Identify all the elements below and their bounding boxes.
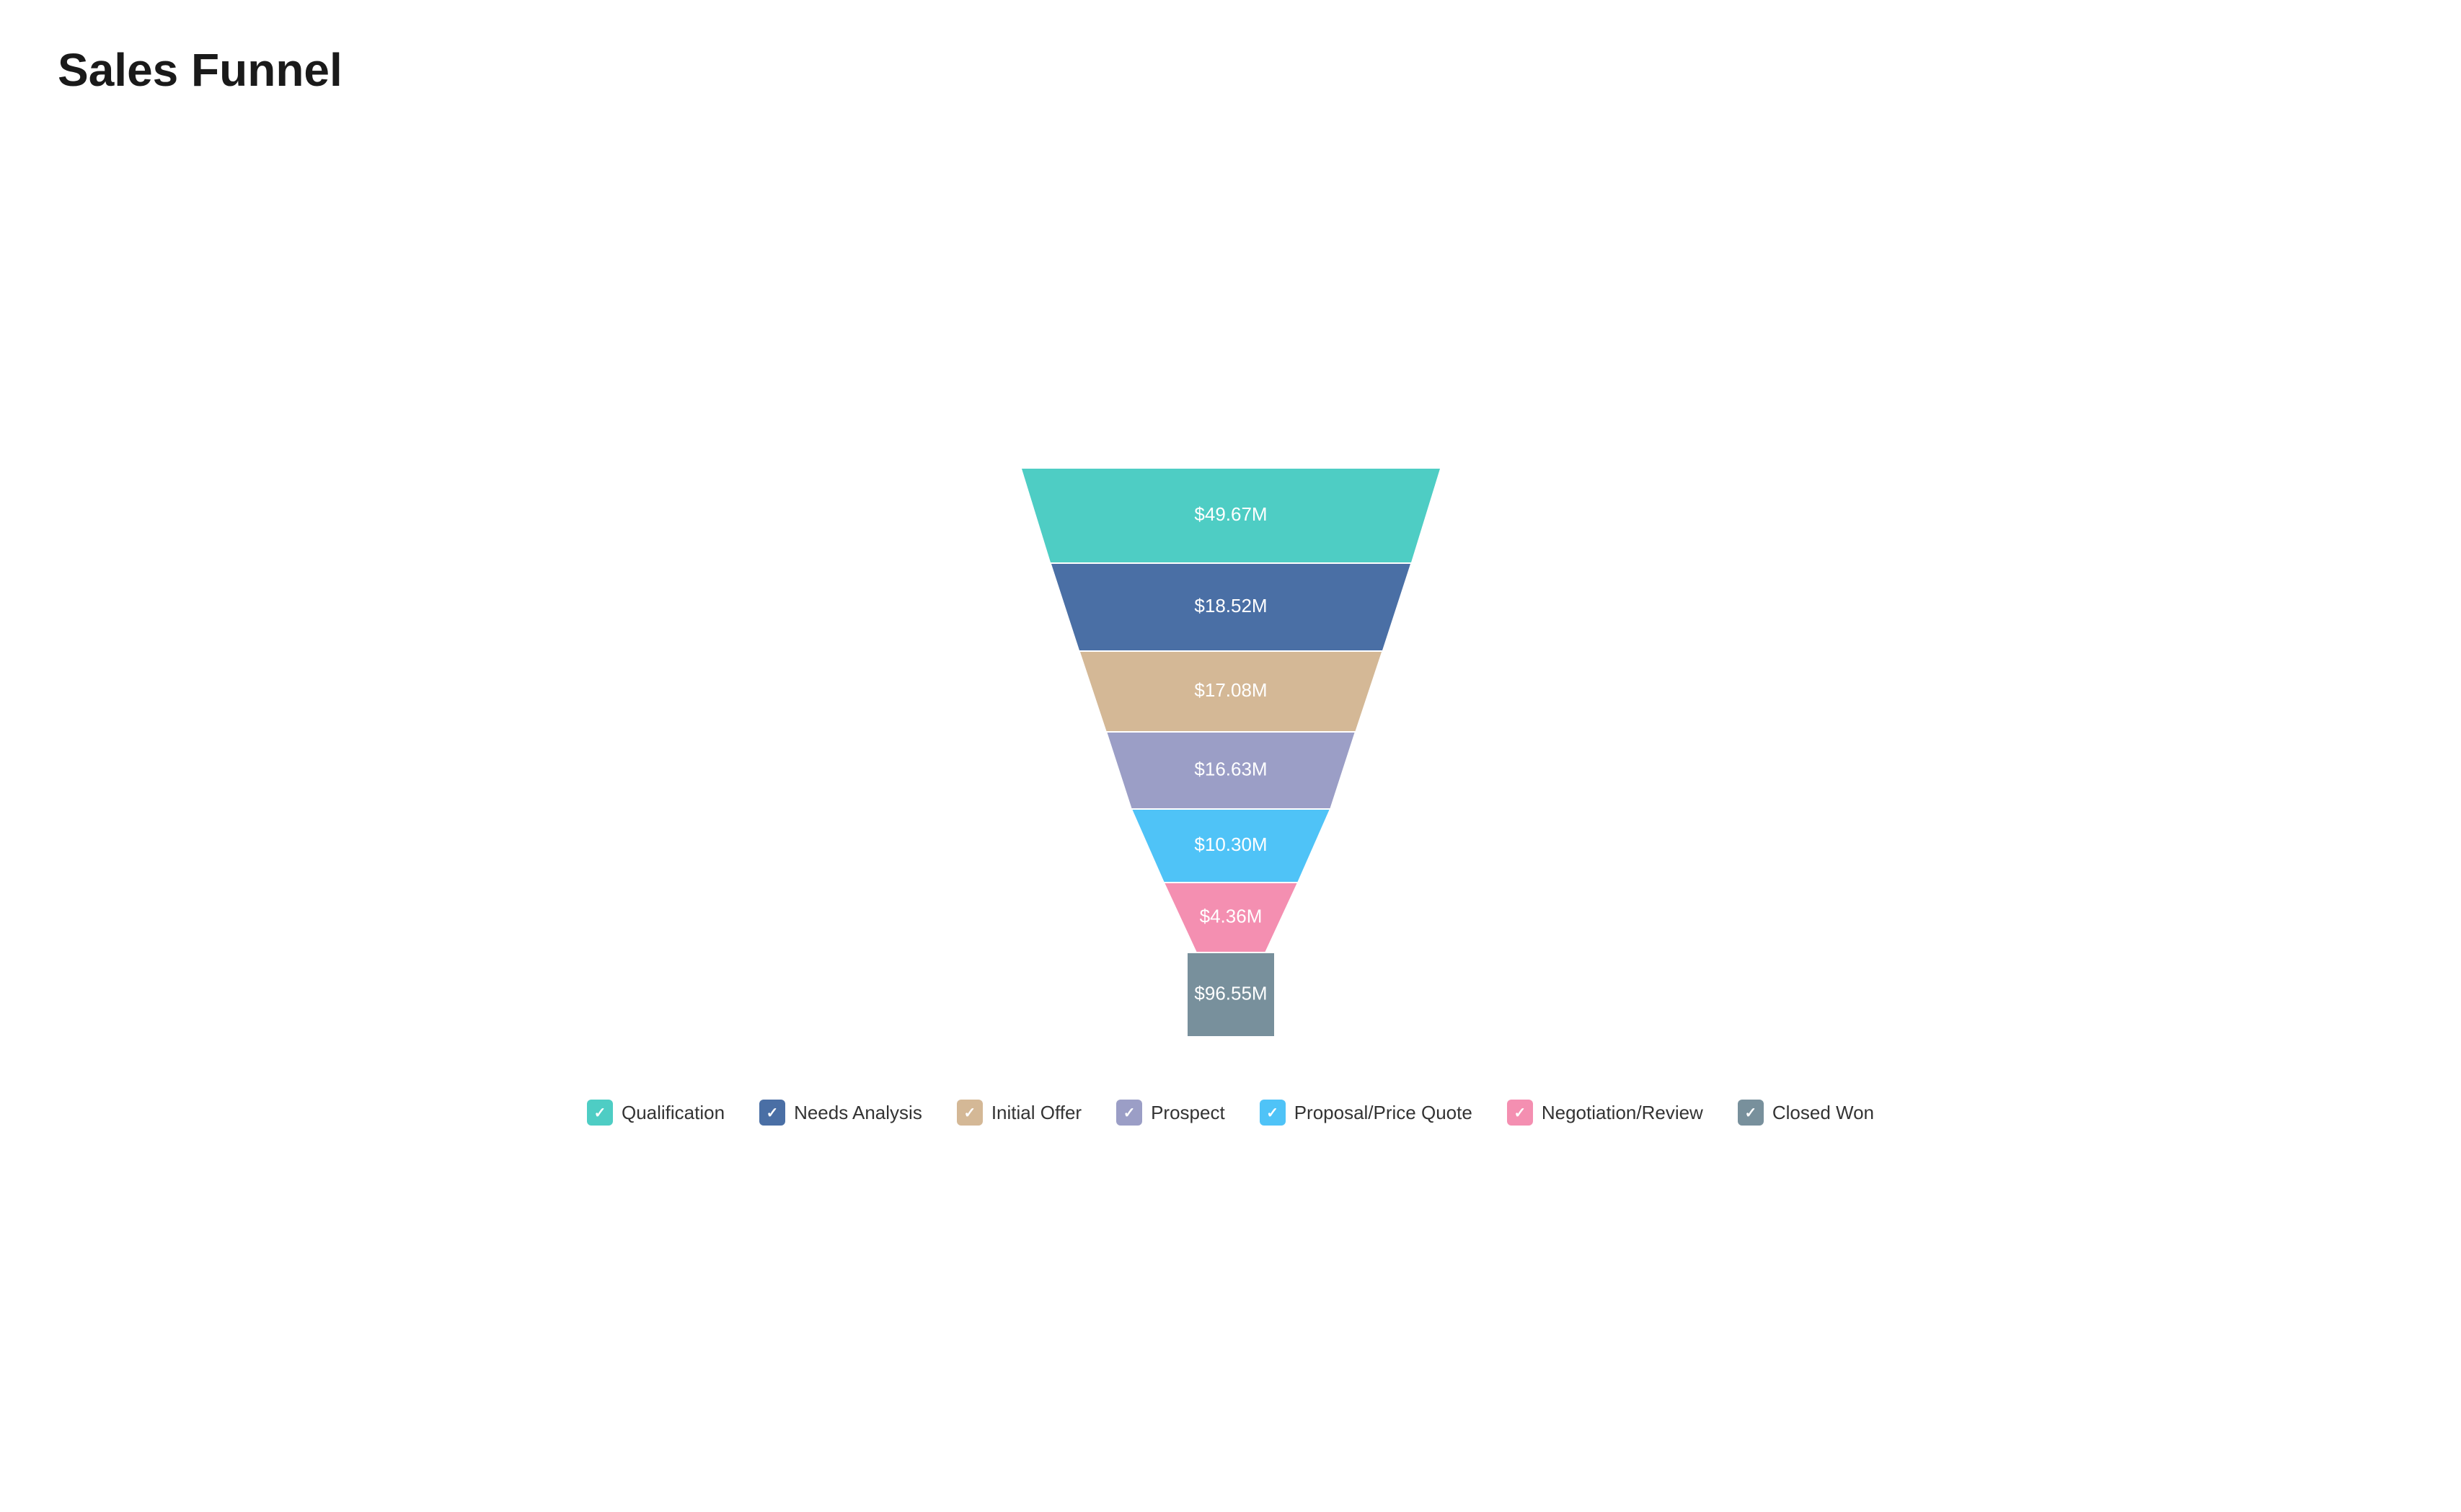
- legend-check-initial-offer: ✓: [957, 1100, 983, 1126]
- legend-label-initial-offer: Initial Offer: [991, 1102, 1082, 1124]
- legend-item-prospect: ✓ Prospect: [1116, 1100, 1225, 1126]
- legend-label-qualification: Qualification: [622, 1102, 725, 1124]
- legend-check-needs-analysis: ✓: [759, 1100, 785, 1126]
- funnel-label-proposal-price-quote: $10.30M: [1194, 834, 1267, 855]
- legend-check-prospect: ✓: [1116, 1100, 1142, 1126]
- legend-item-negotiation-review: ✓ Negotiation/Review: [1507, 1100, 1703, 1126]
- legend-check-closed-won: ✓: [1738, 1100, 1764, 1126]
- legend-label-prospect: Prospect: [1151, 1102, 1225, 1124]
- legend-item-initial-offer: ✓ Initial Offer: [957, 1100, 1082, 1126]
- funnel-label-closed-won: $96.55M: [1194, 982, 1267, 1004]
- funnel-container: $49.67M $18.52M $17.08M $16.63M $10.30M $4.36…: [58, 125, 2403, 1469]
- legend-item-needs-analysis: ✓ Needs Analysis: [759, 1100, 922, 1126]
- legend-item-qualification: ✓ Qualification: [587, 1100, 725, 1126]
- funnel-label-prospect: $16.63M: [1194, 758, 1267, 779]
- legend-item-proposal-price-quote: ✓ Proposal/Price Quote: [1260, 1100, 1472, 1126]
- page-title: Sales Funnel: [58, 43, 2403, 97]
- legend: ✓ Qualification ✓ Needs Analysis ✓ Initial Of…: [587, 1100, 1874, 1126]
- funnel-label-qualification: $49.67M: [1194, 503, 1267, 525]
- legend-check-proposal-price-quote: ✓: [1260, 1100, 1286, 1126]
- funnel-label-initial-offer: $17.08M: [1194, 679, 1267, 701]
- legend-item-closed-won: ✓ Closed Won: [1738, 1100, 1874, 1126]
- legend-label-needs-analysis: Needs Analysis: [794, 1102, 922, 1124]
- legend-label-proposal-price-quote: Proposal/Price Quote: [1294, 1102, 1472, 1124]
- funnel-chart: $49.67M $18.52M $17.08M $16.63M $10.30M $4.36…: [726, 469, 1736, 1056]
- legend-label-closed-won: Closed Won: [1772, 1102, 1874, 1124]
- legend-check-negotiation-review: ✓: [1507, 1100, 1533, 1126]
- funnel-label-negotiation-review: $4.36M: [1199, 905, 1262, 927]
- legend-label-negotiation-review: Negotiation/Review: [1542, 1102, 1703, 1124]
- legend-check-qualification: ✓: [587, 1100, 613, 1126]
- funnel-label-needs-analysis: $18.52M: [1194, 595, 1267, 616]
